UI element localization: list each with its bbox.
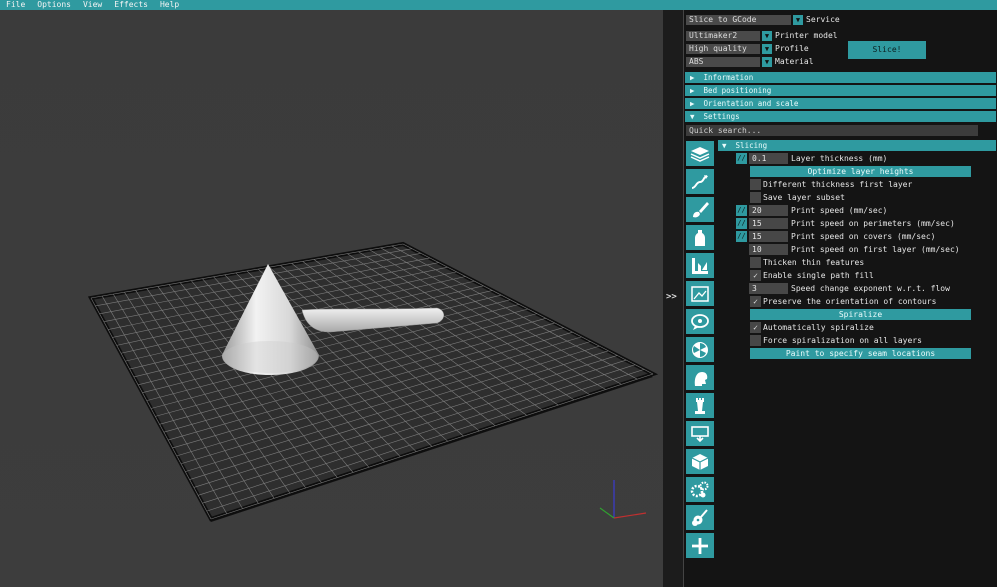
bottle-icon[interactable]	[686, 225, 714, 250]
print-speed-covers-input[interactable]: 15	[749, 231, 788, 242]
speed-exponent-input[interactable]: 3	[749, 283, 788, 294]
print-speed-first-input[interactable]: 10	[749, 244, 788, 255]
force-spiralization-label: Force spiralization on all layers	[763, 336, 922, 345]
save-layer-subset-label: Save layer subset	[763, 193, 845, 202]
edit-toggle-button[interactable]: //	[736, 205, 747, 216]
profile-label: Profile	[775, 44, 809, 53]
3d-viewport[interactable]	[0, 10, 663, 587]
guitar-icon[interactable]	[686, 505, 714, 530]
save-layer-subset-checkbox[interactable]	[750, 192, 761, 203]
menu-bar: File Options View Effects Help	[0, 0, 997, 10]
material-select[interactable]: ABS	[686, 57, 760, 67]
section-orientation-scale[interactable]: ▶ Orientation and scale	[685, 98, 996, 109]
speed-exponent-label: Speed change exponent w.r.t. flow	[791, 284, 950, 293]
slicing-header[interactable]: ▼ Slicing	[718, 140, 996, 151]
different-thickness-checkbox[interactable]	[750, 179, 761, 190]
tower-icon[interactable]	[686, 393, 714, 418]
menu-file[interactable]: File	[0, 0, 31, 10]
preserve-orientation-label: Preserve the orientation of contours	[763, 297, 937, 306]
layers-icon[interactable]	[686, 141, 714, 166]
single-path-checkbox[interactable]: ✓	[750, 270, 761, 281]
gears-icon[interactable]	[686, 477, 714, 502]
support-icon[interactable]	[686, 421, 714, 446]
service-select[interactable]: Slice to GCode	[686, 15, 791, 25]
brush-icon[interactable]	[686, 197, 714, 222]
menu-view[interactable]: View	[77, 0, 108, 10]
section-label: Settings	[703, 112, 740, 121]
print-speed-perimeters-label: Print speed on perimeters (mm/sec)	[791, 219, 955, 228]
thicken-thin-checkbox[interactable]	[750, 257, 761, 268]
section-label: Information	[703, 73, 754, 82]
expand-toggle-button[interactable]: >>	[666, 292, 677, 302]
force-spiralization-checkbox[interactable]	[750, 335, 761, 346]
axes-gizmo-icon	[599, 480, 647, 519]
auto-spiralize-checkbox[interactable]: ✓	[750, 322, 761, 333]
build-plate	[87, 241, 659, 522]
material-label: Material	[775, 57, 814, 66]
path-icon[interactable]	[686, 169, 714, 194]
printer-model-select[interactable]: Ultimaker2	[686, 31, 760, 41]
service-label: Service	[806, 15, 840, 24]
single-path-label: Enable single path fill	[763, 271, 874, 280]
quick-search-input[interactable]	[686, 125, 978, 136]
slice-button[interactable]: Slice!	[848, 41, 926, 59]
chevron-down-icon[interactable]: ▼	[762, 57, 772, 67]
section-label: Orientation and scale	[703, 99, 799, 108]
infill-icon[interactable]	[686, 253, 714, 278]
edit-toggle-button[interactable]: //	[736, 153, 747, 164]
menu-effects[interactable]: Effects	[108, 0, 154, 10]
edit-toggle-button[interactable]: //	[736, 218, 747, 229]
profile-select[interactable]: High quality	[686, 44, 760, 54]
printer-model-label: Printer model	[775, 31, 838, 40]
section-information[interactable]: ▶ Information	[685, 72, 996, 83]
head-icon[interactable]	[686, 365, 714, 390]
scene-canvas[interactable]	[0, 10, 663, 587]
print-speed-input[interactable]: 20	[749, 205, 788, 216]
print-speed-perimeters-input[interactable]: 15	[749, 218, 788, 229]
chevron-down-icon[interactable]: ▼	[793, 15, 803, 25]
auto-spiralize-label: Automatically spiralize	[763, 323, 874, 332]
plus-icon[interactable]	[686, 533, 714, 558]
different-thickness-label: Different thickness first layer	[763, 180, 913, 189]
edit-toggle-button[interactable]: //	[736, 231, 747, 242]
slicing-title: Slicing	[735, 141, 768, 150]
perimeter-icon[interactable]	[686, 281, 714, 306]
layer-thickness-label: Layer thickness (mm)	[791, 154, 888, 163]
section-settings[interactable]: ▼ Settings	[685, 111, 996, 122]
print-speed-covers-label: Print speed on covers (mm/sec)	[791, 232, 936, 241]
menu-help[interactable]: Help	[154, 0, 185, 10]
fan-icon[interactable]	[686, 337, 714, 362]
optimize-layer-heights-button[interactable]: Optimize layer heights	[750, 166, 971, 177]
chevron-down-icon[interactable]: ▼	[762, 44, 772, 54]
menu-options[interactable]: Options	[31, 0, 77, 10]
speech-icon[interactable]	[686, 309, 714, 334]
cube-icon[interactable]	[686, 449, 714, 474]
section-bed-positioning[interactable]: ▶ Bed positioning	[685, 85, 996, 96]
print-speed-first-label: Print speed on first layer (mm/sec)	[791, 245, 960, 254]
paint-seam-button[interactable]: Paint to specify seam locations	[750, 348, 971, 359]
preserve-orientation-checkbox[interactable]: ✓	[750, 296, 761, 307]
spiralize-button[interactable]: Spiralize	[750, 309, 971, 320]
chevron-down-icon[interactable]: ▼	[762, 31, 772, 41]
section-label: Bed positioning	[703, 86, 772, 95]
layer-thickness-input[interactable]: 0.1	[749, 153, 788, 164]
thicken-thin-label: Thicken thin features	[763, 258, 865, 267]
print-speed-label: Print speed (mm/sec)	[791, 206, 888, 215]
